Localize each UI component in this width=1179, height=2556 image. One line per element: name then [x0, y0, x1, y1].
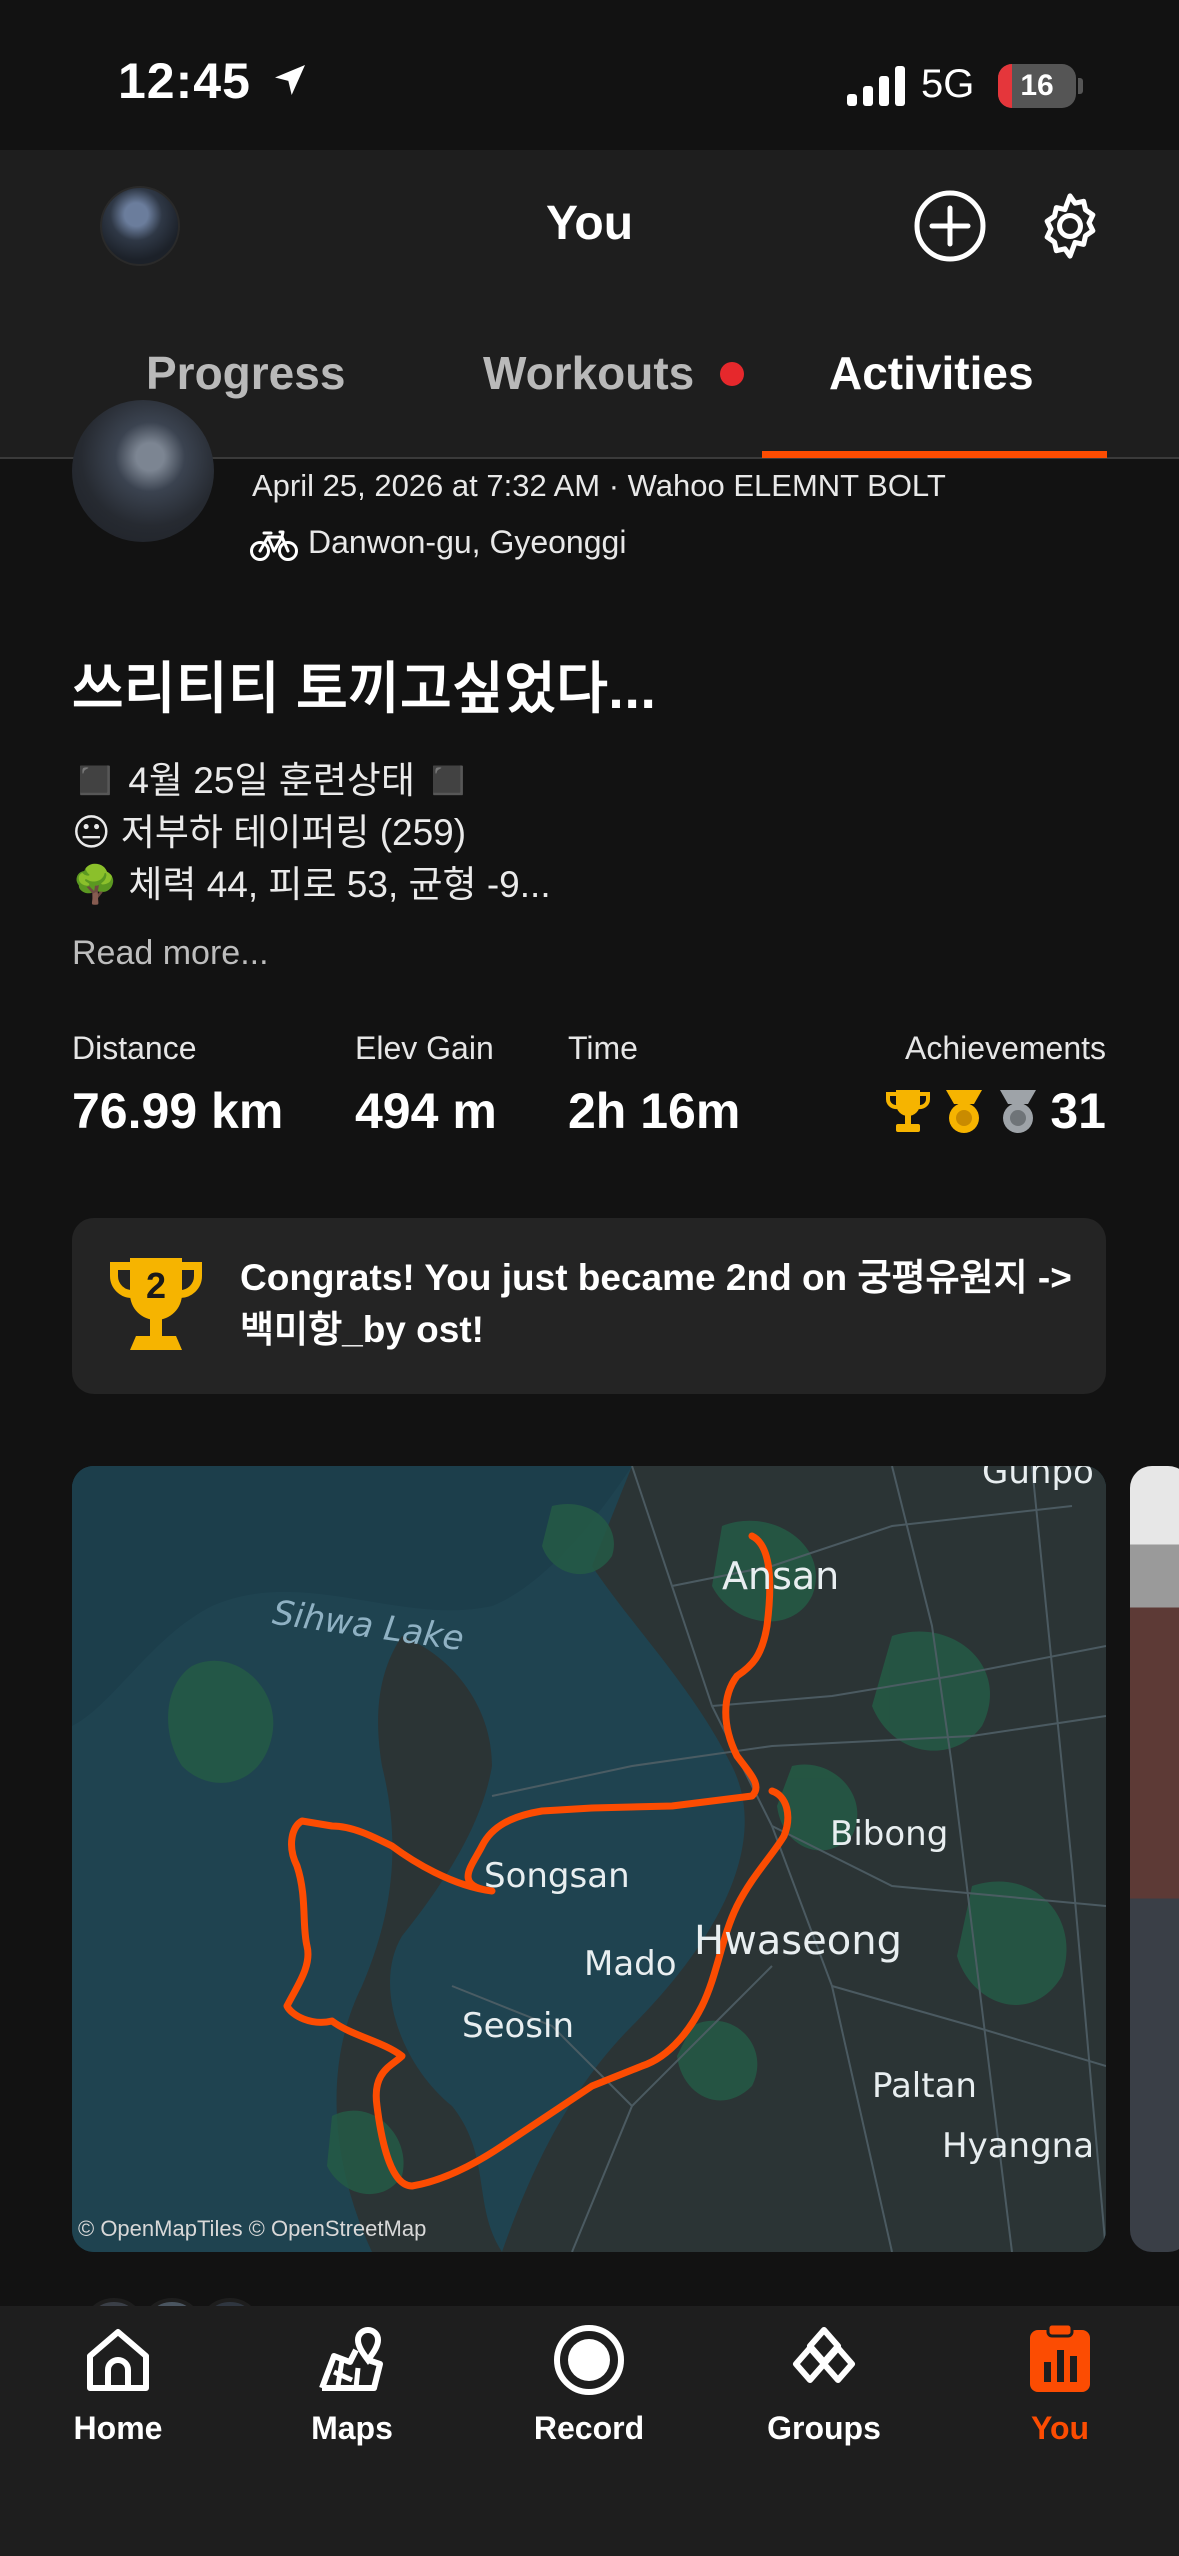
- medal-icon: [1000, 1090, 1036, 1133]
- route-map[interactable]: Ansan Sihwa Lake Bibong Songsan Mado Hwa…: [72, 1466, 1106, 2252]
- map-label: Ansan: [722, 1554, 840, 1598]
- time-label: Time: [568, 1030, 638, 1066]
- description-line: ◼️ 4월 25일 훈련상태 ◼️: [72, 760, 472, 801]
- home-icon: [87, 2329, 149, 2391]
- description-line: 😐 저부하 테이퍼링 (259): [72, 812, 467, 853]
- notification-dot: [720, 362, 744, 386]
- distance-label: Distance: [72, 1030, 197, 1066]
- nav-record-label: Record: [533, 2410, 645, 2446]
- add-icon[interactable]: [912, 188, 988, 264]
- active-tab-indicator: [762, 451, 1107, 458]
- record-icon: [554, 2325, 624, 2395]
- page-title: You: [545, 197, 634, 250]
- status-time-text: 12:45: [118, 53, 251, 109]
- nav-home[interactable]: Home: [18, 2320, 218, 2447]
- nav-groups[interactable]: Groups: [724, 2320, 924, 2447]
- map-label: Songsan: [484, 1856, 630, 1896]
- network-type: 5G: [921, 62, 975, 106]
- nav-maps-label: Maps: [311, 2410, 393, 2446]
- nav-record[interactable]: Record: [489, 2320, 689, 2447]
- nav-home-label: Home: [73, 2410, 163, 2446]
- nav-groups-label: Groups: [767, 2410, 881, 2446]
- description-line: 🌳 체력 44, 피로 53, 균형 -9...: [72, 864, 551, 905]
- congrats-text: Congrats! You just became 2nd on 궁평유원지 -…: [240, 1257, 1072, 1350]
- map-label: Bibong: [830, 1814, 949, 1854]
- nav-you-label: You: [1030, 2410, 1090, 2446]
- map-label: Hwaseong: [694, 1918, 902, 1964]
- battery-icon: 16: [998, 64, 1076, 108]
- bike-icon: [250, 530, 298, 561]
- map-label: Gunpo: [982, 1466, 1094, 1492]
- trophy-icon: [885, 1090, 931, 1132]
- map-label: Hyangna: [942, 2126, 1095, 2166]
- medal-icon: [946, 1090, 982, 1133]
- elev-gain-label: Elev Gain: [355, 1030, 494, 1066]
- tab-activities[interactable]: Activities: [829, 346, 1034, 400]
- tab-workouts[interactable]: Workouts: [483, 346, 694, 400]
- groups-icon: [793, 2327, 855, 2383]
- nav-maps[interactable]: Maps: [252, 2320, 452, 2447]
- map-attribution: © OpenMapTiles © OpenStreetMap: [78, 2216, 427, 2241]
- gear-icon[interactable]: [1032, 188, 1108, 264]
- achievements-count: 31: [1050, 1083, 1106, 1139]
- map-label: Mado: [584, 1944, 677, 1984]
- you-icon: [1030, 2322, 1090, 2392]
- battery-level: 16: [1020, 69, 1054, 102]
- achievements-label: Achievements: [905, 1030, 1106, 1066]
- tab-progress[interactable]: Progress: [146, 346, 345, 400]
- read-more-link[interactable]: Read more...: [72, 934, 269, 973]
- map-label: Paltan: [872, 2066, 977, 2106]
- map-label: Seosin: [462, 2006, 575, 2046]
- time-value: 2h 16m: [568, 1083, 741, 1139]
- activity-photo[interactable]: [1130, 1466, 1179, 2252]
- activity-meta: April 25, 2026 at 7:32 AM · Wahoo ELEMNT…: [252, 468, 946, 503]
- battery-tip: [1078, 78, 1083, 94]
- status-time: 12:45: [118, 52, 310, 110]
- maps-icon: [319, 2327, 383, 2391]
- nav-you[interactable]: You: [960, 2320, 1160, 2447]
- trophy-rank: 2: [146, 1265, 166, 1306]
- activity-title[interactable]: 쓰리티티 토끼고싶었다...: [72, 644, 656, 725]
- elev-gain-value: 494 m: [355, 1083, 497, 1139]
- trophy-icon: 2: [109, 1258, 203, 1350]
- signal-icon: [847, 66, 905, 106]
- athlete-avatar[interactable]: [72, 400, 214, 542]
- distance-value: 76.99 km: [72, 1083, 284, 1139]
- location-arrow-icon: [274, 65, 305, 95]
- activity-location: Danwon-gu, Gyeonggi: [308, 524, 627, 560]
